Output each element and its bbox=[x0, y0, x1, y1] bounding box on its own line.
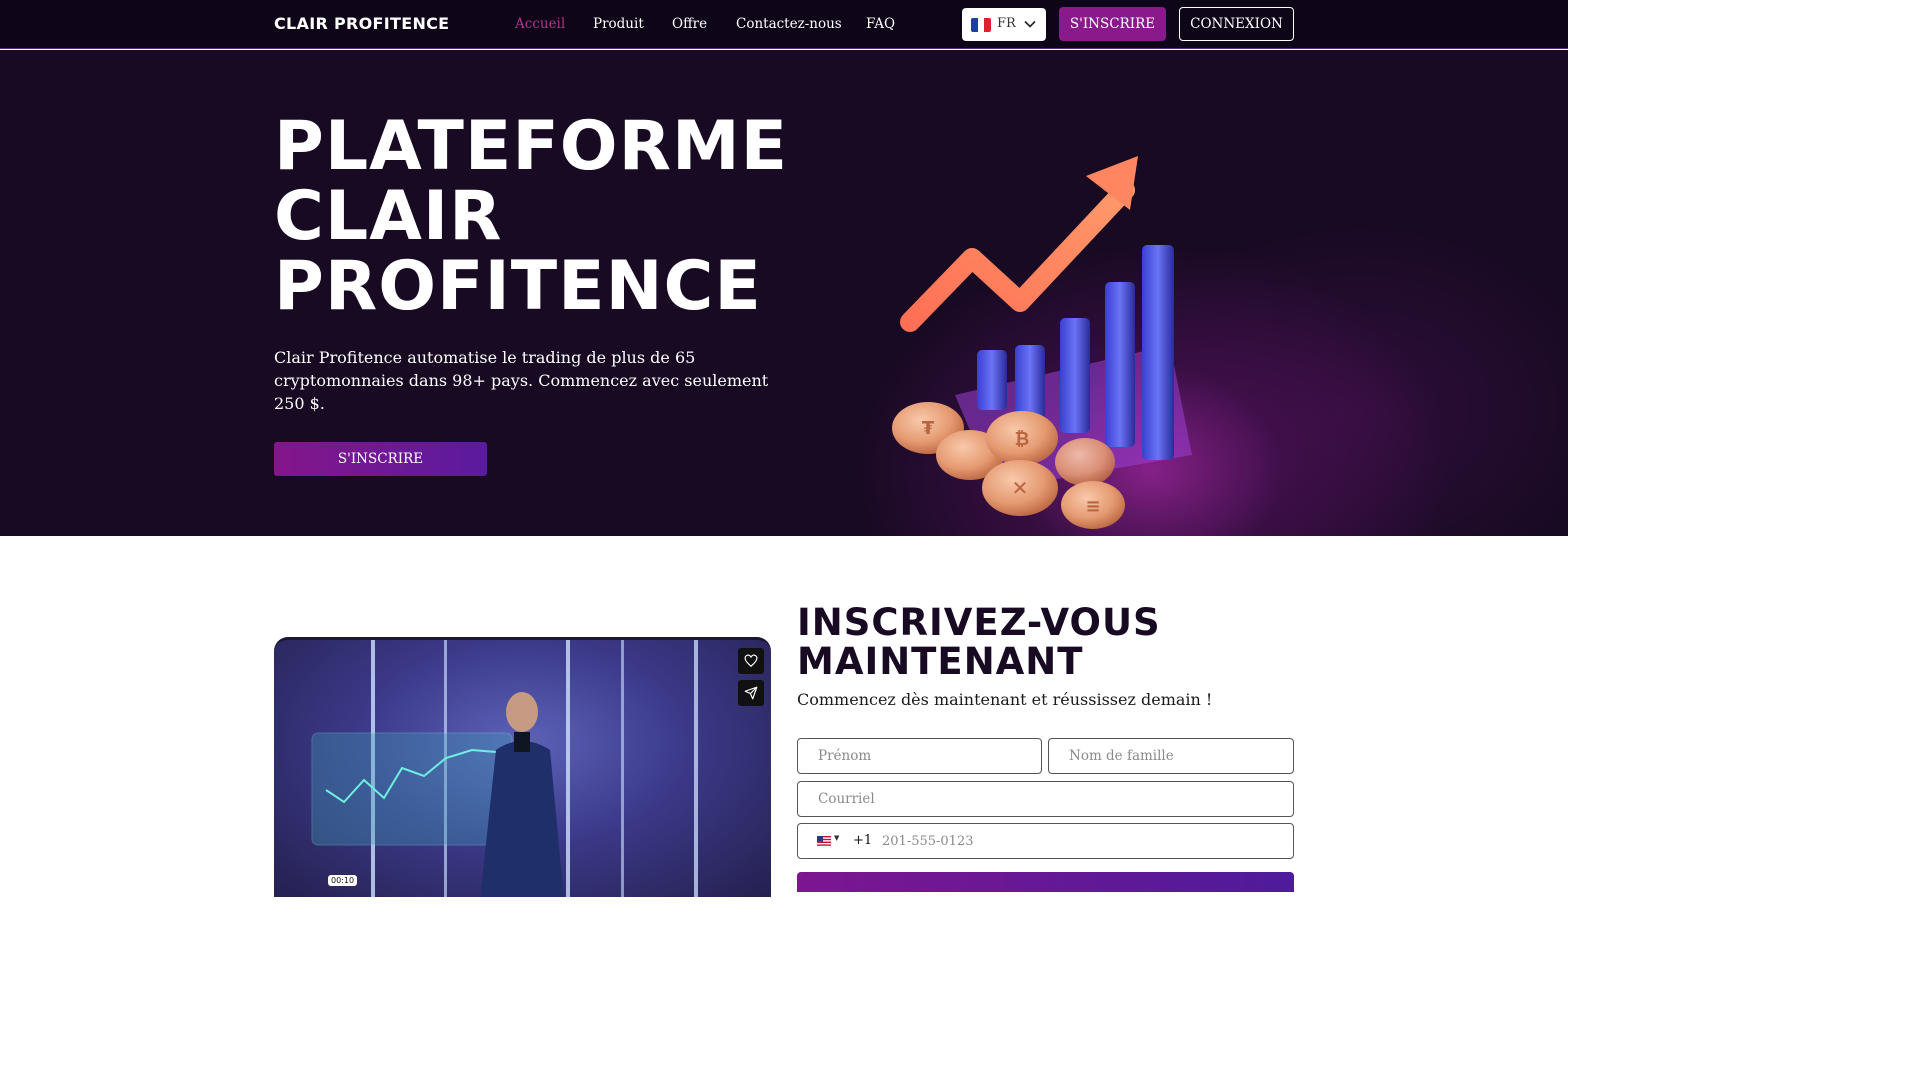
heart-icon bbox=[744, 654, 758, 668]
phone-input[interactable] bbox=[880, 824, 1280, 858]
signup-submit-button[interactable] bbox=[797, 872, 1294, 892]
signup-subtitle: Commencez dès maintenant et réussissez d… bbox=[797, 690, 1213, 709]
nav-link-accueil[interactable]: Accueil bbox=[515, 16, 565, 32]
hero-description: Clair Profitence automatise le trading d… bbox=[274, 348, 769, 413]
country-caret-icon[interactable]: ▼ bbox=[834, 834, 839, 842]
signup-title: INSCRIVEZ-VOUS MAINTENANT bbox=[797, 603, 1161, 681]
nav-link-produit[interactable]: Produit bbox=[593, 16, 644, 32]
hero-signup-button[interactable]: S'INSCRIRE bbox=[274, 442, 487, 476]
svg-text:≡: ≡ bbox=[1085, 496, 1100, 517]
growth-chart-with-crypto-coins-icon: ₮ ₿ ✕ ≡ bbox=[892, 156, 1192, 529]
flag-fr-icon bbox=[971, 18, 991, 32]
chevron-down-icon bbox=[1024, 20, 1036, 28]
nav-link-faq[interactable]: FAQ bbox=[866, 16, 895, 32]
login-button[interactable]: CONNEXION bbox=[1179, 7, 1294, 41]
email-input[interactable] bbox=[797, 781, 1294, 817]
signup-title-line: MAINTENANT bbox=[797, 640, 1084, 683]
signup-title-line: INSCRIVEZ-VOUS bbox=[797, 601, 1161, 644]
nav-link-offre[interactable]: Offre bbox=[672, 16, 707, 32]
share-button[interactable] bbox=[738, 680, 764, 706]
hero-title-line: PROFITENCE bbox=[274, 247, 762, 326]
phone-field: ▼ +1 bbox=[797, 823, 1294, 859]
video-frame-art bbox=[311, 640, 698, 897]
dial-code: +1 bbox=[853, 833, 873, 848]
hero-title-line: CLAIR bbox=[274, 177, 503, 256]
nav-link-contact[interactable]: Contactez-nous bbox=[736, 16, 842, 32]
signup-button[interactable]: S'INSCRIRE bbox=[1059, 7, 1166, 41]
language-code: FR bbox=[997, 16, 1016, 31]
svg-text:₿: ₿ bbox=[1015, 429, 1030, 450]
svg-text:₮: ₮ bbox=[922, 418, 935, 439]
flag-us-icon[interactable] bbox=[817, 836, 831, 846]
send-icon bbox=[744, 686, 758, 700]
hero-title-line: PLATEFORME bbox=[274, 107, 789, 186]
last-name-input[interactable] bbox=[1048, 738, 1294, 774]
brand-logo[interactable]: CLAIR PROFITENCE bbox=[274, 14, 449, 33]
video-timestamp: 00:10 bbox=[328, 875, 358, 886]
hero-title: PLATEFORME CLAIR PROFITENCE bbox=[274, 112, 814, 322]
top-navbar: CLAIR PROFITENCE Accueil Produit Offre C… bbox=[0, 0, 1568, 49]
promo-video[interactable]: 00:10 bbox=[274, 637, 771, 897]
svg-text:✕: ✕ bbox=[1012, 476, 1029, 500]
first-name-input[interactable] bbox=[797, 738, 1042, 774]
hero-section: PLATEFORME CLAIR PROFITENCE Clair Profit… bbox=[0, 50, 1568, 536]
like-button[interactable] bbox=[738, 648, 764, 674]
language-selector[interactable]: FR bbox=[962, 8, 1046, 41]
